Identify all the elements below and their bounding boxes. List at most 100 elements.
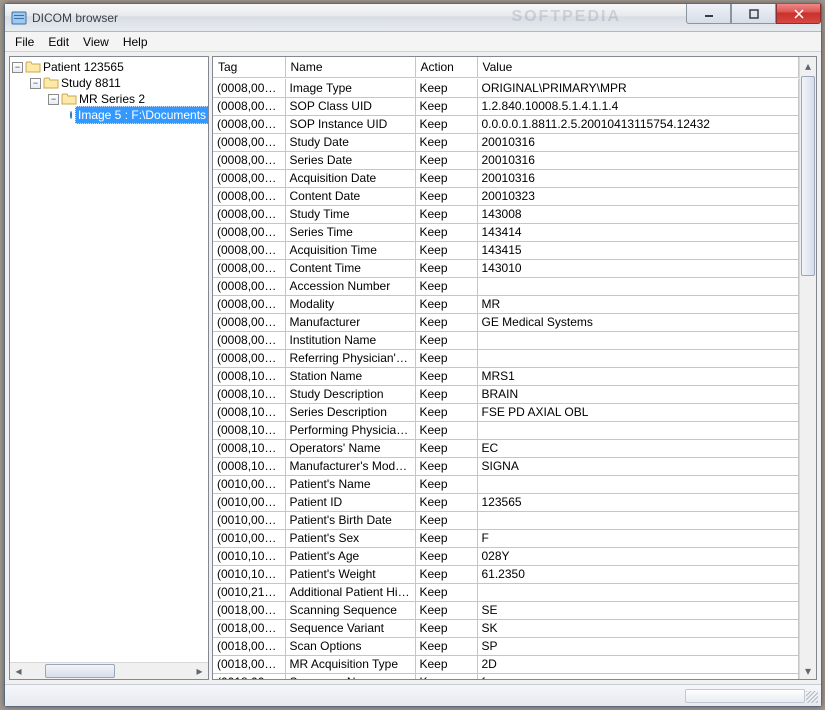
cell-name: Patient's Weight <box>285 565 415 583</box>
table-row[interactable]: (0008,1050)Performing Physician's N...Ke… <box>213 421 799 439</box>
scroll-down-icon[interactable]: ▾ <box>800 662 816 679</box>
table-row[interactable]: (0010,1030)Patient's WeightKeep61.2350 <box>213 565 799 583</box>
table-row[interactable]: (0010,1010)Patient's AgeKeep028Y <box>213 547 799 565</box>
cell-tag: (0018,0024) <box>213 673 285 679</box>
table-row[interactable]: (0008,1010)Station NameKeepMRS1 <box>213 367 799 385</box>
cell-name: Performing Physician's N... <box>285 421 415 439</box>
table-row[interactable]: (0018,0023)MR Acquisition TypeKeep2D <box>213 655 799 673</box>
table-row[interactable]: (0008,0060)ModalityKeepMR <box>213 295 799 313</box>
maximize-button[interactable] <box>731 4 776 24</box>
cell-action: Keep <box>415 601 477 619</box>
table-row[interactable]: (0008,0022)Acquisition DateKeep20010316 <box>213 169 799 187</box>
table-row[interactable]: (0010,0010)Patient's NameKeep <box>213 475 799 493</box>
tree-image-selected[interactable]: Image 5 : F:\Documents <box>75 106 208 124</box>
scroll-left-icon[interactable]: ◂ <box>10 663 27 680</box>
scroll-thumb[interactable] <box>801 76 815 276</box>
image-node-icon <box>70 111 72 119</box>
cell-action: Keep <box>415 295 477 313</box>
table-row[interactable]: (0008,1070)Operators' NameKeepEC <box>213 439 799 457</box>
table-row[interactable]: (0008,0016)SOP Class UIDKeep1.2.840.1000… <box>213 97 799 115</box>
tree-toggle[interactable]: − <box>48 94 59 105</box>
cell-value: BRAIN <box>477 385 799 403</box>
tree-patient[interactable]: Patient 123565 <box>43 59 124 75</box>
cell-value: 61.2350 <box>477 565 799 583</box>
table-row[interactable]: (0008,0033)Content TimeKeep143010 <box>213 259 799 277</box>
table-row[interactable]: (0008,0080)Institution NameKeep <box>213 331 799 349</box>
cell-name: Study Description <box>285 385 415 403</box>
menu-view[interactable]: View <box>77 34 115 50</box>
cell-tag: (0010,0040) <box>213 529 285 547</box>
titlebar[interactable]: DICOM browser SOFTPEDIA <box>5 4 821 32</box>
tree-toggle[interactable]: − <box>30 78 41 89</box>
scroll-up-icon[interactable]: ▴ <box>800 57 816 74</box>
cell-name: Manufacturer's Model Na... <box>285 457 415 475</box>
cell-tag: (0008,0033) <box>213 259 285 277</box>
resize-grip[interactable] <box>806 691 818 703</box>
cell-value <box>477 349 799 367</box>
cell-value: fse <box>477 673 799 679</box>
menu-file[interactable]: File <box>9 34 40 50</box>
table-row[interactable]: (0008,0020)Study DateKeep20010316 <box>213 133 799 151</box>
cell-action: Keep <box>415 565 477 583</box>
cell-name: Modality <box>285 295 415 313</box>
scroll-right-icon[interactable]: ▸ <box>191 663 208 680</box>
cell-value: MR <box>477 295 799 313</box>
cell-name: Operators' Name <box>285 439 415 457</box>
table-row[interactable]: (0008,0021)Series DateKeep20010316 <box>213 151 799 169</box>
table-row[interactable]: (0010,21B0)Additional Patient HistoryKee… <box>213 583 799 601</box>
window-title: DICOM browser <box>32 11 118 25</box>
table-row[interactable]: (0008,0050)Accession NumberKeep <box>213 277 799 295</box>
col-action[interactable]: Action <box>415 57 477 77</box>
cell-value: ORIGINAL\PRIMARY\MPR <box>477 79 799 97</box>
cell-tag: (0010,0030) <box>213 511 285 529</box>
table-row[interactable]: (0010,0030)Patient's Birth DateKeep <box>213 511 799 529</box>
table-row[interactable]: (0008,0008)Image TypeKeepORIGINAL\PRIMAR… <box>213 79 799 97</box>
table-row[interactable]: (0008,0090)Referring Physician's NameKee… <box>213 349 799 367</box>
cell-value: 123565 <box>477 493 799 511</box>
cell-name: Series Description <box>285 403 415 421</box>
table-row[interactable]: (0008,0030)Study TimeKeep143008 <box>213 205 799 223</box>
col-value[interactable]: Value <box>477 57 799 77</box>
dicom-table-header: Tag Name Action Value <box>213 57 799 78</box>
cell-value: 20010316 <box>477 151 799 169</box>
minimize-button[interactable] <box>686 4 731 24</box>
col-tag[interactable]: Tag <box>213 57 285 77</box>
table-v-scrollbar[interactable]: ▴ ▾ <box>799 57 816 679</box>
scroll-thumb[interactable] <box>45 664 115 678</box>
table-row[interactable]: (0018,0021)Sequence VariantKeepSK <box>213 619 799 637</box>
cell-tag: (0010,21B0) <box>213 583 285 601</box>
table-row[interactable]: (0008,1030)Study DescriptionKeepBRAIN <box>213 385 799 403</box>
tree-study[interactable]: Study 8811 <box>61 75 121 91</box>
folder-icon <box>61 91 77 107</box>
table-row[interactable]: (0008,0032)Acquisition TimeKeep143415 <box>213 241 799 259</box>
cell-tag: (0008,0032) <box>213 241 285 259</box>
tree-view[interactable]: − Patient 123565 − Study 8811 − MR Serie… <box>10 57 208 662</box>
cell-tag: (0008,0070) <box>213 313 285 331</box>
close-button[interactable] <box>776 4 821 24</box>
col-name[interactable]: Name <box>285 57 415 77</box>
cell-value: 028Y <box>477 547 799 565</box>
tree-h-scrollbar[interactable]: ◂ ▸ <box>10 662 208 679</box>
table-row[interactable]: (0018,0024)Sequence NameKeepfse <box>213 673 799 679</box>
table-row[interactable]: (0008,0018)SOP Instance UIDKeep0.0.0.0.1… <box>213 115 799 133</box>
table-row[interactable]: (0008,0031)Series TimeKeep143414 <box>213 223 799 241</box>
menu-help[interactable]: Help <box>117 34 154 50</box>
cell-value: 143008 <box>477 205 799 223</box>
dicom-table[interactable]: (0008,0008)Image TypeKeepORIGINAL\PRIMAR… <box>213 79 799 679</box>
tree-pane: − Patient 123565 − Study 8811 − MR Serie… <box>9 56 209 680</box>
cell-tag: (0008,0050) <box>213 277 285 295</box>
table-row[interactable]: (0008,1090)Manufacturer's Model Na...Kee… <box>213 457 799 475</box>
table-row[interactable]: (0018,0020)Scanning SequenceKeepSE <box>213 601 799 619</box>
table-row[interactable]: (0008,0070)ManufacturerKeepGE Medical Sy… <box>213 313 799 331</box>
table-row[interactable]: (0008,103E)Series DescriptionKeepFSE PD … <box>213 403 799 421</box>
table-row[interactable]: (0010,0020)Patient IDKeep123565 <box>213 493 799 511</box>
cell-tag: (0008,1010) <box>213 367 285 385</box>
tree-toggle[interactable]: − <box>12 62 23 73</box>
table-row[interactable]: (0010,0040)Patient's SexKeepF <box>213 529 799 547</box>
menu-edit[interactable]: Edit <box>42 34 75 50</box>
tree-series[interactable]: MR Series 2 <box>79 91 145 107</box>
cell-value: FSE PD AXIAL OBL <box>477 403 799 421</box>
cell-action: Keep <box>415 79 477 97</box>
table-row[interactable]: (0018,0022)Scan OptionsKeepSP <box>213 637 799 655</box>
table-row[interactable]: (0008,0023)Content DateKeep20010323 <box>213 187 799 205</box>
